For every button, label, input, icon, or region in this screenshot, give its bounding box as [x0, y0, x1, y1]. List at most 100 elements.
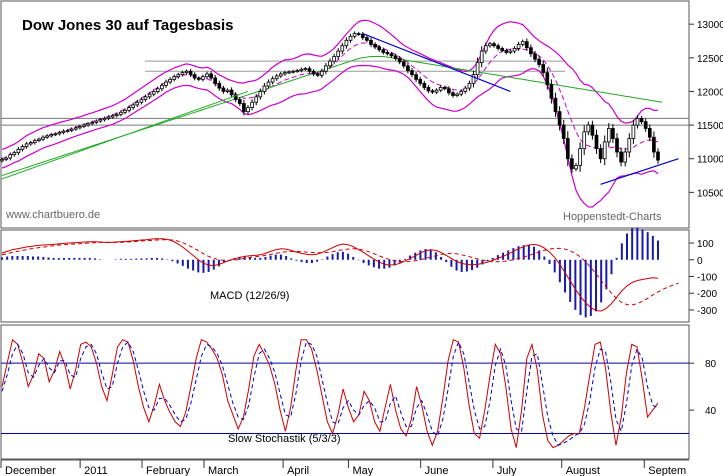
candle-body [467, 82, 472, 89]
time-x-axis: December 2011 February March April May June Jul… [0, 459, 689, 476]
candle-body [524, 41, 529, 49]
candle-body [41, 136, 45, 140]
candle-body [123, 109, 127, 113]
candle-body [520, 41, 525, 45]
candle-body [143, 96, 148, 100]
dow-jones-chart: 13000 12500 12000 11500 11000 10500 Dow Jones… [0, 0, 723, 476]
candle-body [377, 46, 382, 51]
candle-body [447, 88, 451, 94]
candle-body [611, 128, 615, 139]
candle-body [270, 78, 275, 83]
candle-body [369, 39, 373, 45]
candle-body [45, 135, 49, 138]
candle-body [496, 45, 500, 49]
candle-body [459, 91, 464, 95]
candle-body [422, 82, 427, 88]
candle-body [131, 104, 136, 108]
candle-body [504, 50, 509, 53]
candle-body [32, 140, 37, 143]
candle-body [12, 152, 17, 156]
candle-body [196, 77, 201, 80]
candle-body [553, 97, 558, 113]
candle-body [529, 47, 533, 55]
candle-body [336, 50, 341, 57]
candle-body [242, 103, 246, 113]
candle-body [176, 74, 181, 78]
candle-body [291, 70, 295, 73]
candle-body [516, 43, 521, 49]
candle-body [250, 101, 254, 109]
candle-body [295, 70, 300, 72]
x-tick-label: July [497, 465, 517, 476]
candle-body [647, 128, 652, 138]
candle-body [471, 74, 476, 84]
candle-body [155, 88, 160, 92]
candle-body [160, 85, 164, 90]
candle-body [328, 60, 332, 67]
candle-body [410, 70, 414, 76]
candle-body [512, 48, 517, 52]
candle-body [246, 107, 250, 113]
candle-body [401, 61, 406, 67]
candle-body [582, 131, 587, 150]
candle-body [319, 70, 324, 76]
candle-body [151, 91, 156, 95]
x-tick-label: December [5, 465, 56, 476]
candle-body [102, 117, 107, 121]
macd-tick-label: 100 [697, 239, 714, 250]
candle-body [606, 128, 611, 143]
candle-body [414, 74, 418, 80]
candle-body [274, 75, 279, 80]
candle-body [623, 151, 628, 163]
macd-tick-label: -300 [697, 306, 717, 317]
candle-body [217, 82, 222, 89]
candle-body [426, 87, 431, 92]
candle-body [352, 33, 357, 37]
candle-body [488, 43, 492, 47]
x-tick-label: March [208, 465, 239, 476]
price-tick-label: 11500 [697, 121, 723, 132]
candle-body [205, 73, 209, 78]
price-y-axis: 13000 12500 12000 11500 11000 10500 [689, 20, 723, 199]
candle-body [229, 89, 234, 96]
candle-body [389, 53, 394, 57]
candle-body [20, 146, 25, 150]
candle-body [303, 68, 308, 70]
candle-body [135, 101, 140, 106]
candle-body [73, 127, 78, 130]
candle-body [549, 84, 554, 99]
candle-body [127, 107, 131, 111]
candle-body [533, 53, 537, 60]
candle-body [418, 78, 423, 84]
candle-body [557, 111, 562, 126]
candle-body [324, 65, 328, 72]
stochastic-y-axis: 80 40 [689, 359, 717, 417]
candle-body [578, 148, 582, 166]
candle-body [451, 92, 455, 96]
candle-body [114, 113, 119, 117]
candle-body [442, 87, 447, 90]
candle-body [110, 115, 115, 118]
candle-body [455, 93, 459, 96]
candle-body [479, 50, 484, 63]
candle-body [213, 77, 218, 84]
candle-body [192, 74, 197, 79]
price-tick-label: 12000 [697, 87, 723, 98]
candle-body [278, 73, 283, 77]
candle-body [147, 93, 152, 98]
price-tick-label: 10500 [697, 188, 723, 199]
candle-body [78, 126, 82, 129]
candle-body [254, 96, 259, 103]
price-tick-label: 11000 [697, 155, 723, 166]
candle-body [643, 121, 648, 129]
candle-body [492, 43, 496, 47]
candle-body [619, 151, 623, 163]
candle-body [69, 128, 74, 131]
candle-body [356, 33, 361, 35]
x-tick-label: May [352, 465, 373, 476]
candle-body [545, 72, 550, 86]
candle-body [119, 111, 123, 115]
candle-body [164, 81, 168, 86]
stochastic-tick-label: 40 [705, 406, 717, 417]
candle-body [315, 73, 320, 76]
